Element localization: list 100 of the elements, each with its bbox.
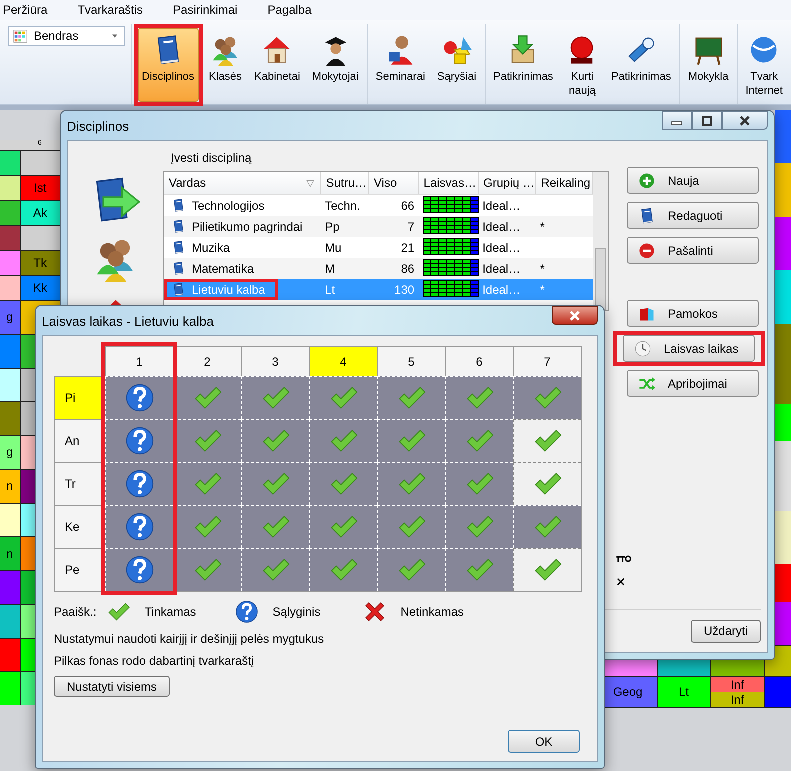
free-time-bar xyxy=(422,196,479,212)
column-header[interactable]: Laisvas… xyxy=(418,172,479,194)
scrollbar[interactable] xyxy=(593,172,608,310)
table-cell-text: Pp xyxy=(324,220,341,234)
ribbon-button[interactable]: Klasės xyxy=(206,28,245,102)
table-cell-text: 130 xyxy=(394,282,416,296)
ribbon-button[interactable]: Kabinetai xyxy=(252,28,302,102)
timetable-cell: Lt xyxy=(657,677,710,707)
column-header[interactable]: 6 xyxy=(445,346,513,376)
action-button[interactable]: Pašalinti xyxy=(627,237,759,264)
table-cell-text: * xyxy=(539,220,546,234)
timetable-cell: g xyxy=(0,436,20,469)
column-header[interactable]: 3 xyxy=(241,346,309,376)
table-cell-text: Techn. xyxy=(324,198,362,212)
menu-item[interactable]: Pagalba xyxy=(268,3,312,17)
table-cell-text: Ideal… xyxy=(482,240,522,254)
table-cell-text: M xyxy=(324,262,336,276)
free-time-bar xyxy=(422,216,479,234)
free-time-bar xyxy=(422,258,479,276)
book-icon xyxy=(171,219,186,234)
action-button[interactable]: Redaguoti xyxy=(627,202,759,229)
table-cell-text: 66 xyxy=(400,198,416,212)
column-header[interactable]: 4 xyxy=(309,346,377,376)
ribbon-button[interactable]: Seminarai xyxy=(374,28,428,102)
timetable-cell: Ist xyxy=(20,176,60,200)
grid-cell[interactable] xyxy=(513,462,581,505)
minimize-button[interactable] xyxy=(662,111,692,130)
column-header[interactable]: Grupių … xyxy=(478,172,536,194)
calendar-icon xyxy=(13,28,28,44)
timetable-cell: n xyxy=(0,470,20,502)
ribbon-button[interactable]: Patikrinimas xyxy=(609,28,674,102)
menu-item[interactable]: Peržiūra xyxy=(3,3,48,17)
table-cell: Pilietikumo pagrindai xyxy=(192,220,303,234)
minus-icon xyxy=(638,242,656,260)
close-window-button[interactable]: Uždaryti xyxy=(690,620,761,642)
table-cell-text: 86 xyxy=(400,262,416,276)
close-button[interactable] xyxy=(722,111,768,130)
menu-item[interactable]: Pasirinkimai xyxy=(173,3,238,17)
ribbon-button[interactable]: Kurti naują xyxy=(563,28,602,102)
column-header[interactable]: 5 xyxy=(377,346,445,376)
grid-cell[interactable] xyxy=(513,548,581,591)
action-button[interactable]: Pamokos xyxy=(627,300,759,327)
table-cell-text: Ideal… xyxy=(482,262,522,276)
timetable-cell: Ak xyxy=(20,201,60,225)
legend-label: Paaišk.: xyxy=(54,605,97,619)
timetable-cell: Inf xyxy=(711,692,764,707)
action-button[interactable]: Laisvas laikas xyxy=(623,335,755,362)
column-header[interactable]: 7 xyxy=(513,346,581,376)
timetable-cell: Inf xyxy=(711,677,764,692)
table-cell-text: 7 xyxy=(406,220,416,234)
grid-cell[interactable] xyxy=(513,419,581,462)
shuffle-icon xyxy=(638,374,656,392)
list-row[interactable]: Pilietikumo pagrindai Pp 7 Ideal… * xyxy=(164,216,593,237)
table-cell-text: Mu xyxy=(324,240,343,254)
ok-button[interactable]: OK xyxy=(508,730,580,753)
legend-text: Netinkamas xyxy=(400,605,464,619)
book-icon xyxy=(171,198,186,213)
plus-icon xyxy=(638,172,656,190)
column-header[interactable]: 1 xyxy=(105,346,173,376)
legend-text: Tinkamas xyxy=(144,605,196,619)
book-icon xyxy=(171,261,186,276)
ribbon-button[interactable]: Tvark Internet xyxy=(744,28,785,102)
list-label: Įvesti discipliną xyxy=(170,151,253,167)
set-all-button[interactable]: Nustatyti visiems xyxy=(54,676,170,697)
action-button[interactable]: Nauja xyxy=(627,167,759,194)
action-button[interactable]: Apribojimai xyxy=(627,370,759,397)
table-cell-text: Ideal… xyxy=(482,282,522,296)
dialog-title: Laisvas laikas - Lietuviu kalba xyxy=(42,314,214,329)
list-row[interactable]: Matematika M 86 Ideal… * xyxy=(164,258,593,279)
book-icon xyxy=(171,282,186,297)
free-time-bar xyxy=(422,238,479,254)
view-dropdown[interactable]: Bendras xyxy=(8,26,125,46)
column-header[interactable]: Vardas xyxy=(164,172,322,194)
table-cell-text: * xyxy=(539,262,546,276)
book-icon xyxy=(171,240,186,255)
ribbon-button[interactable]: Mokykla xyxy=(686,28,731,102)
ribbon-button[interactable]: Disciplinos xyxy=(138,28,199,102)
x-icon xyxy=(616,577,626,587)
window-title: Disciplinos xyxy=(67,119,130,134)
column-header[interactable]: Viso xyxy=(369,172,419,194)
close-icon xyxy=(738,116,752,126)
sort-icon xyxy=(305,178,316,188)
close-button[interactable] xyxy=(552,306,598,325)
clock-icon xyxy=(634,340,652,358)
ribbon-button[interactable]: Mokytojai xyxy=(310,28,361,102)
hint-text: Nustatymui naudoti kairįjį ir dešinįjį pelės mygtukus xyxy=(54,632,326,646)
maximize-icon xyxy=(700,116,714,126)
table-cell-text: Ideal… xyxy=(482,198,522,212)
table-cell: Matematika xyxy=(192,262,254,276)
ribbon-button[interactable]: Patikrinimas xyxy=(492,28,556,102)
column-header[interactable]: Sutru… xyxy=(321,172,369,194)
hint-text: Pilkas fonas rodo dabartinį tvarkaraštį xyxy=(54,654,256,668)
table-cell-text: 21 xyxy=(400,240,416,254)
ribbon-button[interactable]: Sąryšiai xyxy=(435,28,479,102)
maximize-button[interactable] xyxy=(692,111,722,130)
table-cell-text: Lt xyxy=(324,282,336,296)
menu-item[interactable]: Tvarkaraštis xyxy=(78,3,144,17)
legend-text: Sąlyginis xyxy=(272,605,321,619)
timetable-cell: n xyxy=(0,537,20,570)
free-time-bar xyxy=(422,280,479,296)
